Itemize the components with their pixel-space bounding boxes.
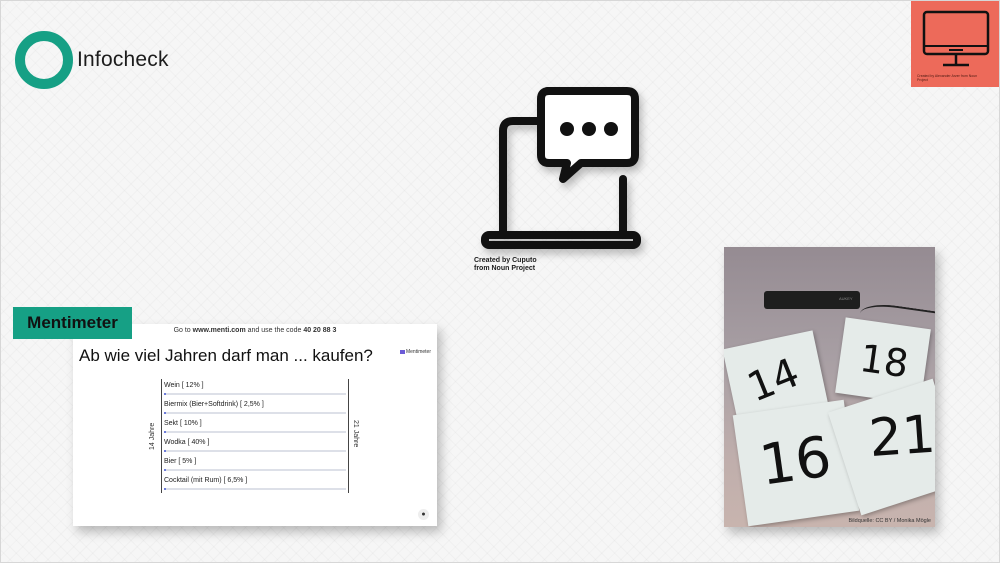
icon-credit: Created by Alexander Arzer from Noun Pro… xyxy=(917,74,978,82)
photo-source: Bildquelle: CC BY / Monika Mögle xyxy=(848,518,931,524)
monitor-icon xyxy=(922,10,990,67)
answer-option: Biermix (Bier+Softdrink) [ 2,5% ] xyxy=(164,399,346,418)
right-age-label: 21 Jahre xyxy=(352,420,359,448)
slide: Infocheck Created by Alexander Arzer fro… xyxy=(0,0,1000,563)
logo-ring-icon xyxy=(15,31,73,89)
left-age-label: 14 Jahre xyxy=(149,422,156,450)
mentimeter-slide: Go to www.menti.com and use the code 40 … xyxy=(73,324,437,526)
left-scale-line xyxy=(161,379,162,493)
person-icon[interactable]: ● xyxy=(418,509,429,520)
logo-text: Infocheck xyxy=(77,48,169,71)
laptop-chat-icon xyxy=(481,87,641,249)
mentimeter-logo-icon xyxy=(399,349,405,354)
laptop-icon-credit: Created by Cuputo from Noun Project xyxy=(474,257,537,272)
webcam-label: AUKEY xyxy=(839,296,853,301)
answer-option: Cocktail (mit Rum) [ 6,5% ] xyxy=(164,475,346,494)
answer-options: Wein [ 12% ] Biermix (Bier+Softdrink) [ … xyxy=(164,380,346,494)
right-scale-line xyxy=(348,379,349,493)
answer-option: Sekt [ 10% ] xyxy=(164,418,346,437)
answer-option: Bier [ 5% ] xyxy=(164,456,346,475)
photo-age-notes: AUKEY 14 18 16 21 Bildquelle: CC BY / Mo… xyxy=(724,247,935,527)
mentimeter-label: Mentimeter xyxy=(13,307,132,339)
monitor-icon-tile: Created by Alexander Arzer from Noun Pro… xyxy=(911,1,999,87)
question-title: Ab wie viel Jahren darf man ... kaufen? xyxy=(79,346,373,365)
mentimeter-brand: Mentimeter xyxy=(399,349,431,355)
menti-link[interactable]: www.menti.com xyxy=(193,327,246,334)
answer-option: Wodka [ 40% ] xyxy=(164,437,346,456)
menti-code: 40 20 88 3 xyxy=(303,327,337,334)
answer-option: Wein [ 12% ] xyxy=(164,380,346,399)
